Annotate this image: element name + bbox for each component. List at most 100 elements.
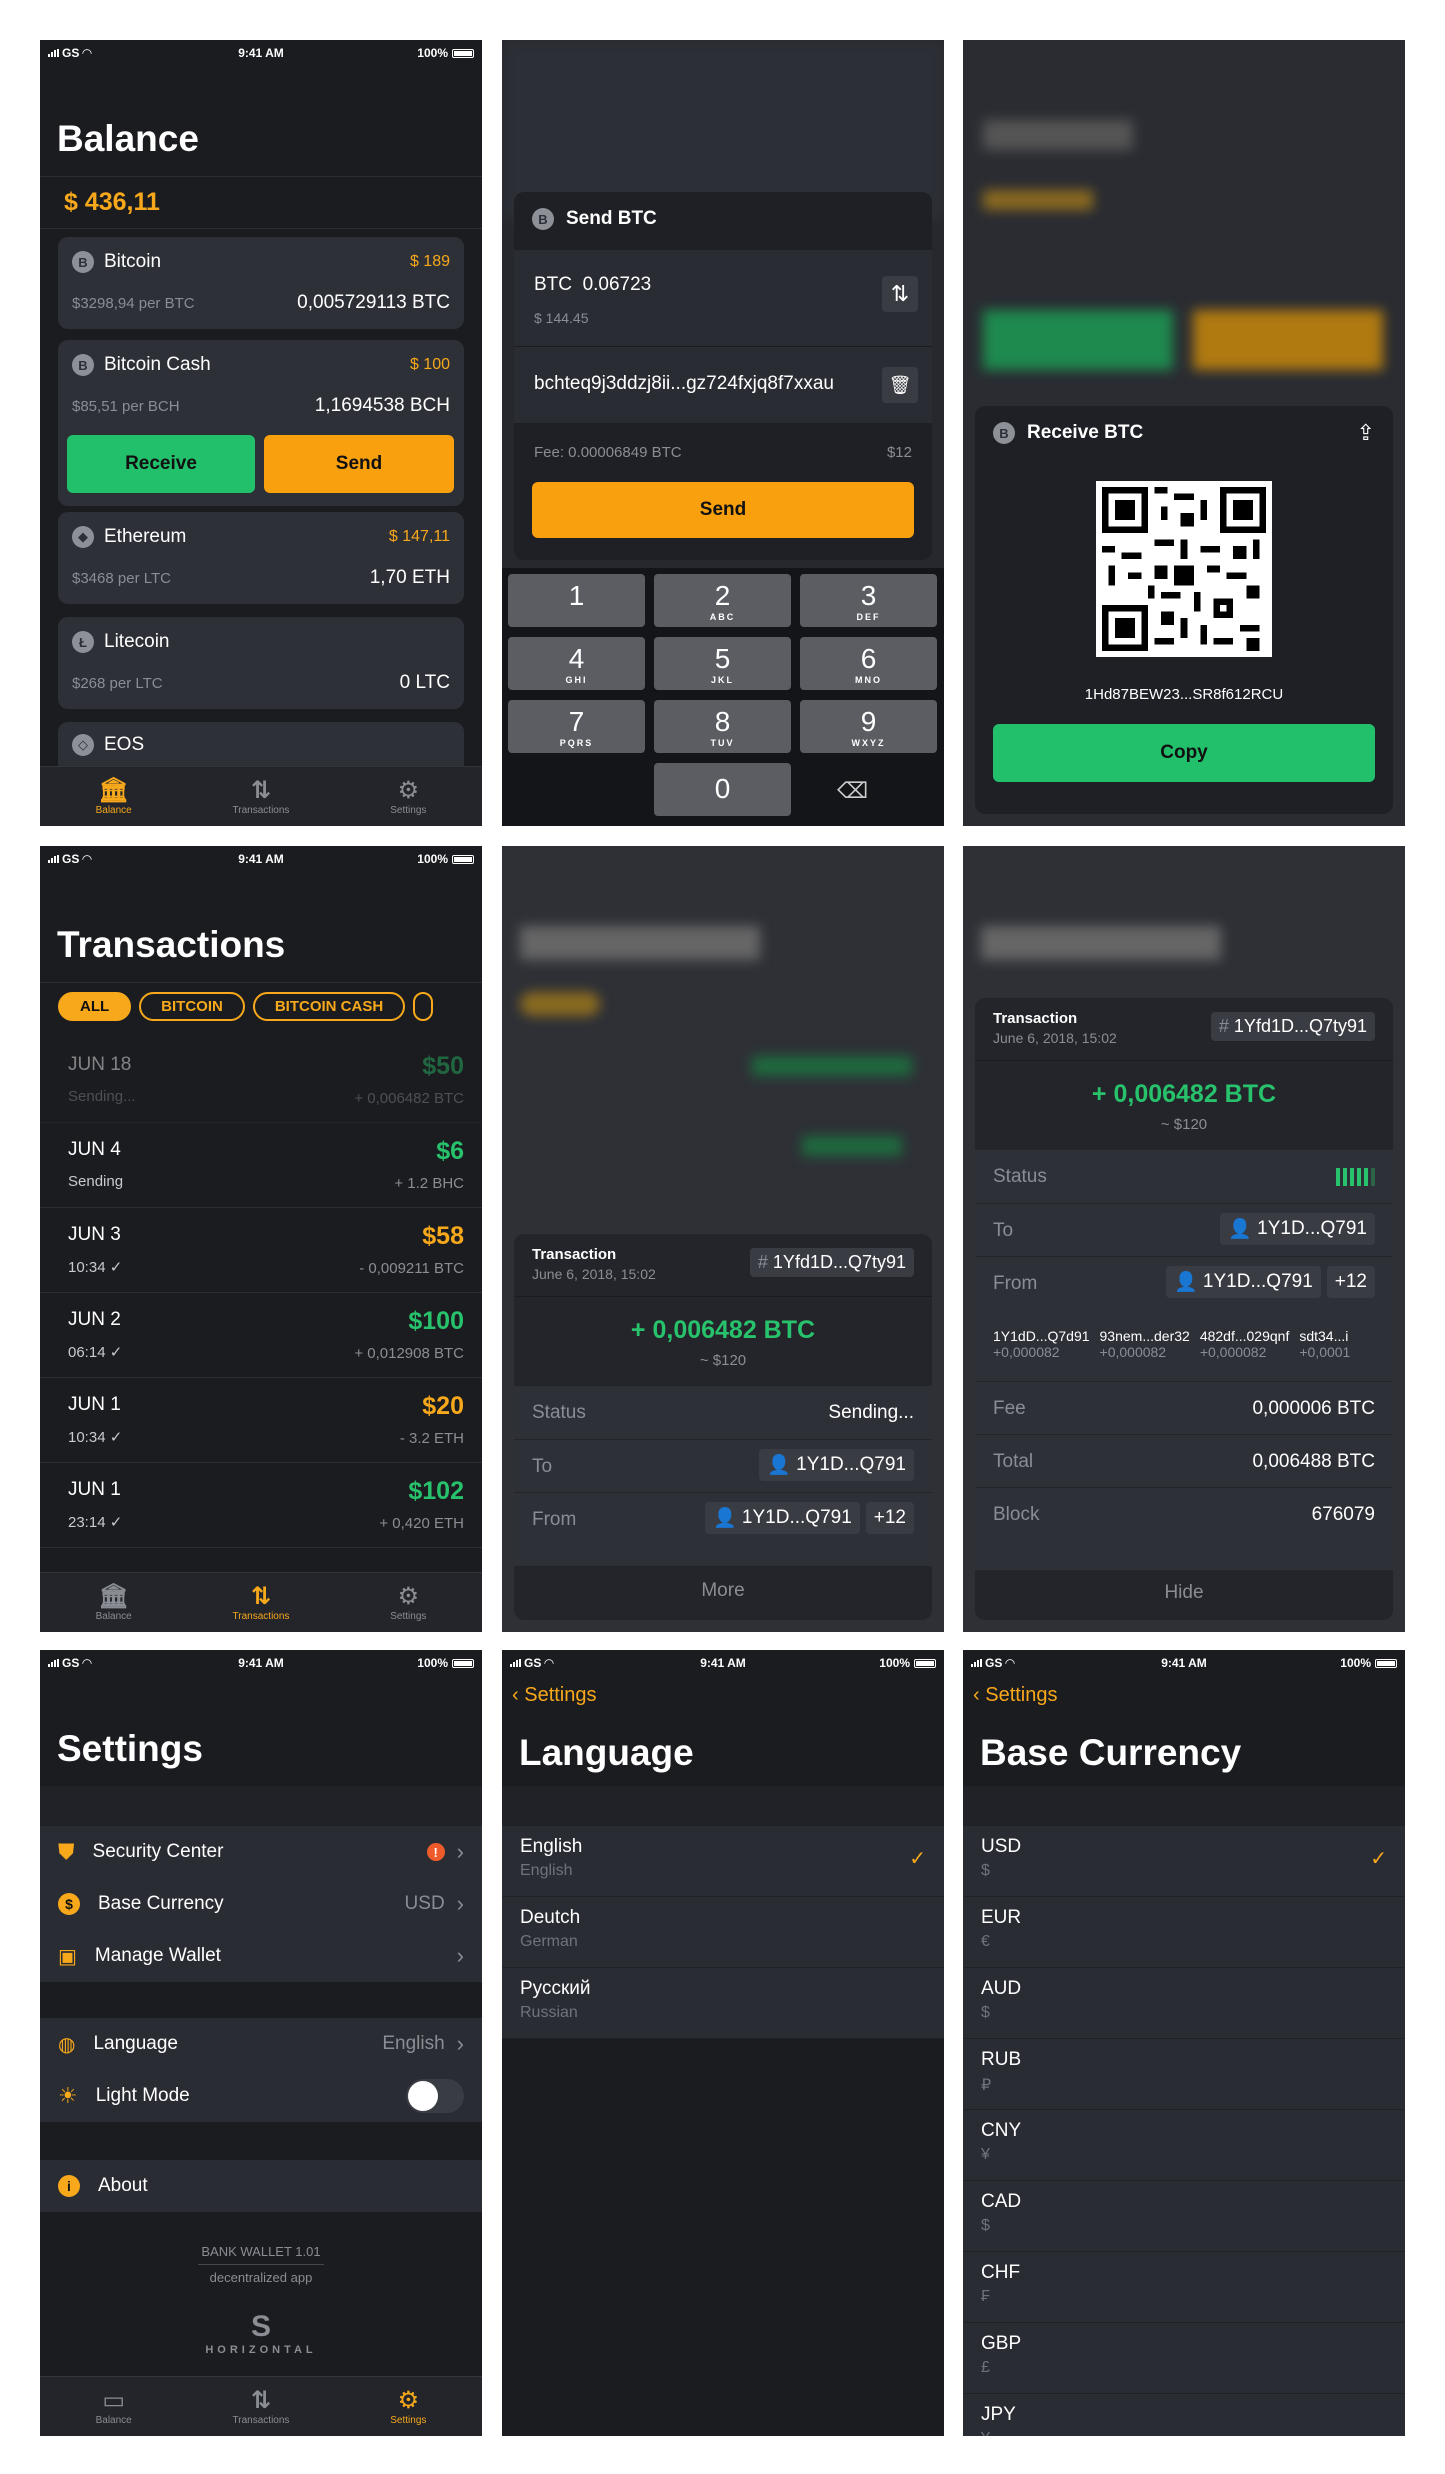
tab-settings[interactable]: ⚙ Settings <box>335 2377 482 2436</box>
base-currency-row[interactable]: $ Base Currency USD › <box>40 1878 482 1930</box>
tab-transactions[interactable]: ⇅ Transactions <box>187 2377 334 2436</box>
output-amount: +0,000082 <box>1199 1344 1267 1360</box>
currency-option-aud[interactable]: AUD $ <box>963 1968 1405 2039</box>
transaction-row[interactable]: JUN 3 10:34 ✓ $58 - 0,009211 BTC <box>40 1208 482 1293</box>
trash-icon[interactable]: 🗑 <box>882 367 918 403</box>
transaction-row[interactable]: JUN 4 Sending $6 + 1.2 BHC <box>40 1123 482 1208</box>
tx-amount: + 0,420 ETH <box>379 1515 464 1532</box>
option-label: English <box>520 1836 583 1857</box>
language-option-english[interactable]: English English ✓ <box>502 1826 944 1897</box>
backspace-icon[interactable]: ⌫ <box>837 778 868 804</box>
share-icon[interactable]: ⇪ <box>1357 420 1375 446</box>
output-item: 93nem...der32 +0,000082 <box>1100 1328 1190 1360</box>
key-3[interactable]: 3 DEF <box>800 574 937 627</box>
amount-input[interactable]: 0.06723 <box>583 274 652 295</box>
tx-hash[interactable]: # 1Yfd1D...Q7ty91 <box>1210 1012 1375 1041</box>
from-address[interactable]: 👤 1Y1D...Q791 <box>704 1502 860 1534</box>
back-button[interactable]: ‹ Settings <box>973 1684 1058 1707</box>
tx-date: JUN 1 <box>68 1479 121 1500</box>
logo-text: HORIZONTAL <box>205 2344 317 2356</box>
about-row[interactable]: i About <box>40 2160 482 2212</box>
blurred-background <box>963 846 1405 976</box>
battery-icon <box>452 1658 474 1668</box>
tx-hash[interactable]: # 1Yfd1D...Q7ty91 <box>749 1248 914 1277</box>
receive-button[interactable]: Receive <box>67 435 255 493</box>
filter-all[interactable]: ALL <box>58 992 132 1021</box>
tab-bar: 🏛 Balance ⇅ Transactions ⚙ Settings <box>40 766 482 826</box>
transaction-row[interactable]: JUN 1 23:14 ✓ $102 + 0,420 ETH <box>40 1463 482 1548</box>
transaction-row[interactable]: JUN 2 06:14 ✓ $100 + 0,012908 BTC <box>40 1293 482 1378</box>
to-address[interactable]: 👤 1Y1D...Q791 <box>1220 1213 1375 1245</box>
back-button[interactable]: ‹ Settings <box>512 1684 597 1707</box>
from-count[interactable]: +12 <box>1326 1266 1375 1298</box>
qr-code <box>1096 481 1272 657</box>
from-address[interactable]: 👤 1Y1D...Q791 <box>1165 1266 1321 1298</box>
coin-name: EOS <box>104 734 145 755</box>
security-center-row[interactable]: ⛊ Security Center ! › <box>40 1826 482 1878</box>
light-mode-row: ☀ Light Mode <box>40 2070 482 2122</box>
tab-transactions[interactable]: ⇅ Transactions <box>187 767 334 826</box>
key-0[interactable]: 0 <box>654 763 791 816</box>
output-amount: +0,000082 <box>1099 1344 1167 1360</box>
key-2[interactable]: 2 ABC <box>654 574 791 627</box>
user-icon: 👤 <box>767 1455 797 1476</box>
currency-option-usd[interactable]: USD $ ✓ <box>963 1826 1405 1897</box>
swap-button[interactable]: ⇅ <box>882 276 918 312</box>
tx-date: JUN 3 <box>68 1224 121 1245</box>
tab-label: Settings <box>390 805 427 816</box>
hide-button[interactable]: Hide <box>975 1582 1393 1604</box>
address-value: 1Y1D...Q791 <box>1257 1218 1367 1239</box>
option-sublabel: $ <box>981 1862 990 1879</box>
tx-amount: + 0,006482 BTC <box>1091 1080 1277 1108</box>
language-option-deutch[interactable]: Deutch German <box>502 1897 944 1968</box>
tab-transactions[interactable]: ⇅ Transactions <box>187 1573 334 1632</box>
key-8[interactable]: 8 TUV <box>654 700 791 753</box>
coin-card-ethereum[interactable]: ◆ Ethereum $ 147,11 $3468 per LTC 1,70 ET… <box>58 512 464 604</box>
tab-settings[interactable]: ⚙ Settings <box>335 1573 482 1632</box>
tx-amount: + 0,006482 BTC <box>630 1316 816 1344</box>
key-1[interactable]: 1 <box>508 574 645 627</box>
coin-card-bitcoin-cash[interactable]: B Bitcoin Cash $ 100 $85,51 per BCH 1,169… <box>58 340 464 506</box>
to-address[interactable]: 👤 1Y1D...Q791 <box>759 1449 914 1481</box>
tab-balance[interactable]: 🏛 Balance <box>40 1573 187 1632</box>
currency-option-gbp[interactable]: GBP £ <box>963 2323 1405 2394</box>
currency-option-rub[interactable]: RUB ₽ <box>963 2039 1405 2110</box>
key-7[interactable]: 7 PQRS <box>508 700 645 753</box>
key-4[interactable]: 4 GHI <box>508 637 645 690</box>
currency-option-chf[interactable]: CHF ₣ <box>963 2252 1405 2323</box>
transaction-row[interactable]: JUN 1 10:34 ✓ $20 - 3.2 ETH <box>40 1378 482 1463</box>
filter-bitcoin-cash[interactable]: BITCOIN CASH <box>252 992 406 1021</box>
transaction-row[interactable]: JUN 18 Sending... $50 + 0,006482 BTC <box>40 1038 482 1123</box>
currency-option-eur[interactable]: EUR € <box>963 1897 1405 1968</box>
from-count[interactable]: +12 <box>865 1502 914 1534</box>
coin-card-bitcoin[interactable]: B Bitcoin $ 189 $3298,94 per BTC 0,005729… <box>58 237 464 329</box>
address-field[interactable]: bchteq9j3ddzj8ii...gz724fxjq8f7xxau <box>534 373 834 395</box>
send-button[interactable]: Send <box>264 435 454 493</box>
currency-option-jpy[interactable]: JPY ¥ <box>963 2394 1405 2436</box>
tab-settings[interactable]: ⚙ Settings <box>335 767 482 826</box>
bitcoin-cash-icon: B <box>72 354 94 376</box>
currency-option-cad[interactable]: CAD $ <box>963 2181 1405 2252</box>
filter-more[interactable] <box>413 992 434 1021</box>
language-row[interactable]: ◍ Language English › <box>40 2018 482 2070</box>
fee-usd: $12 <box>886 444 912 461</box>
tab-label: Balance <box>95 805 132 816</box>
currency-option-cny[interactable]: CNY ¥ <box>963 2110 1405 2181</box>
more-button[interactable]: More <box>514 1580 932 1602</box>
light-mode-toggle[interactable] <box>406 2079 464 2113</box>
tx-sub: 10:34 ✓ <box>68 1259 123 1276</box>
manage-wallet-row[interactable]: ▣ Manage Wallet › <box>40 1930 482 1982</box>
key-9[interactable]: 9 WXYZ <box>800 700 937 753</box>
filter-bitcoin[interactable]: BITCOIN <box>139 992 245 1021</box>
key-6[interactable]: 6 MNO <box>800 637 937 690</box>
key-5[interactable]: 5 JKL <box>654 637 791 690</box>
tab-balance[interactable]: 🏛 Balance <box>40 767 187 826</box>
tx-date: June 6, 2018, 15:02 <box>532 1266 656 1282</box>
status-bar: GS ◠ 9:41 AM 100% <box>40 846 482 870</box>
copy-button[interactable]: Copy <box>993 724 1375 782</box>
send-button[interactable]: Send <box>532 482 914 538</box>
back-label: Settings <box>524 1684 597 1706</box>
language-option-russian[interactable]: Русский Russian <box>502 1968 944 2039</box>
coin-card-litecoin[interactable]: Ł Litecoin $268 per LTC 0 LTC <box>58 617 464 709</box>
tab-balance[interactable]: ▭ Balance <box>40 2377 187 2436</box>
